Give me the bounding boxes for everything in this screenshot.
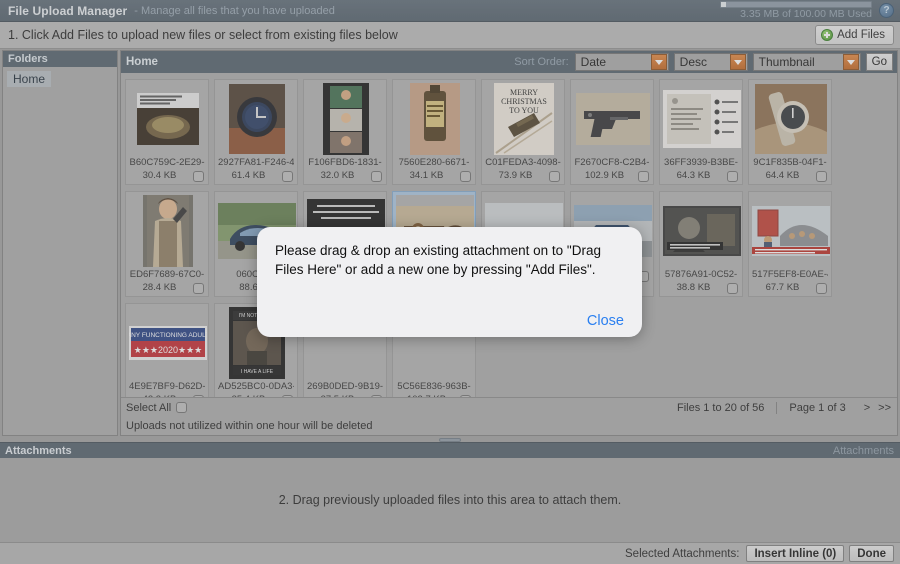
modal-actions: Close (587, 313, 624, 329)
info-modal: Please drag & drop an existing attachmen… (257, 227, 642, 337)
modal-close-button[interactable]: Close (587, 313, 624, 329)
modal-message: Please drag & drop an existing attachmen… (275, 243, 601, 277)
file-upload-manager-window: File Upload Manager - Manage all files t… (0, 0, 900, 564)
